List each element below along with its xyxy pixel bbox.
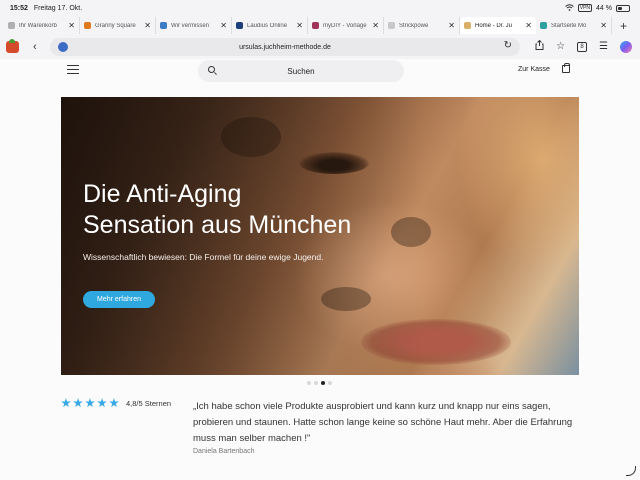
tab-bar: Ihr Warenkorb ✕ Granny Square ✕ Wir vermisse… — [0, 16, 640, 35]
browser-window: 15:52 Freitag 17. Okt. VPN 44 % Ihr Ware… — [0, 0, 640, 480]
status-right: VPN 44 % — [564, 3, 630, 13]
site-search[interactable]: Suchen — [198, 60, 404, 82]
review-author: Daniela Bartenbach — [193, 448, 255, 455]
tab-close-icon[interactable]: ✕ — [600, 21, 607, 30]
browser-tab[interactable]: Granny Square ✕ — [80, 17, 156, 34]
tab-favicon-icon — [84, 22, 91, 29]
review-quote: „Ich habe schon viele Produkte ausprobie… — [193, 401, 573, 444]
wifi-icon — [564, 3, 574, 13]
browser-tab[interactable]: Laudius Online ✕ — [232, 17, 308, 34]
tab-close-icon[interactable]: ✕ — [372, 21, 379, 30]
tab-label[interactable]: myDIY - Vorlage — [323, 23, 369, 29]
tab-close-icon[interactable]: ✕ — [296, 21, 303, 30]
web-page: Suchen Zur Kasse Die Anti-Aging Sensatio… — [0, 59, 640, 480]
star-icon — [61, 398, 71, 408]
checkout-link[interactable]: Zur Kasse — [518, 66, 550, 73]
battery-icon — [616, 4, 630, 12]
tab-label[interactable]: Home - Dr. Ju — [475, 23, 522, 29]
carousel-dot[interactable] — [314, 381, 318, 385]
star-icon — [109, 398, 119, 408]
status-date: Freitag 17. Okt. — [33, 4, 83, 12]
tab-label[interactable]: Laudius Online — [247, 23, 293, 29]
address-bar[interactable]: ursulas.juchheim-methode.de ↻ — [50, 38, 520, 56]
tab-favicon-icon — [388, 22, 395, 29]
new-tab-icon[interactable]: + — [620, 19, 627, 33]
url-text[interactable]: ursulas.juchheim-methode.de — [239, 44, 331, 51]
tab-favicon-icon — [8, 22, 15, 29]
tab-favicon-icon — [312, 22, 319, 29]
hero-banner: Die Anti-Aging Sensation aus München Wis… — [61, 97, 579, 375]
copilot-icon[interactable] — [620, 40, 632, 53]
browser-tab[interactable]: Wir vermissen ✕ — [156, 17, 232, 34]
site-header: Suchen Zur Kasse — [0, 59, 640, 83]
carousel-dots — [307, 381, 332, 385]
hero-title: Die Anti-Aging Sensation aus München — [83, 179, 351, 241]
vpn-badge: VPN — [577, 4, 593, 12]
rating-summary: 4,8/5 Sternen — [61, 398, 171, 408]
tab-close-icon[interactable]: ✕ — [68, 21, 75, 30]
hero-subtitle: Wissenschaftlich bewiesen: Die Formel fü… — [83, 252, 324, 262]
tab-label[interactable]: Granny Square — [95, 23, 141, 29]
tab-favicon-icon — [236, 22, 243, 29]
learn-more-button[interactable]: Mehr erfahren — [83, 291, 155, 308]
hamburger-menu-icon[interactable] — [67, 65, 79, 74]
menu-icon[interactable]: ☰ — [599, 41, 608, 52]
browser-tab[interactable]: Ihr Warenkorb ✕ — [4, 17, 80, 34]
tab-favicon-icon — [160, 22, 167, 29]
browser-tab[interactable]: Strickpowe ✕ — [384, 17, 460, 34]
tab-close-icon[interactable]: ✕ — [144, 21, 151, 30]
tab-close-icon[interactable]: ✕ — [525, 21, 532, 30]
back-arrow-icon[interactable]: ‹ — [33, 41, 47, 53]
rating-stars — [61, 398, 119, 408]
bookmark-star-icon[interactable]: ☆ — [556, 41, 565, 52]
tab-favicon-icon — [540, 22, 547, 29]
rating-text: 4,8/5 Sternen — [126, 398, 172, 408]
browser-tab[interactable]: Home - Dr. Ju ✕ — [460, 17, 536, 34]
carousel-dot[interactable] — [307, 381, 311, 385]
hero-title-line-2: Sensation aus München — [83, 211, 352, 239]
hero-title-line-1: Die Anti-Aging — [83, 180, 242, 208]
carousel-dot[interactable] — [328, 381, 332, 385]
tab-favicon-icon — [464, 22, 471, 29]
toolbar-actions: ☆ 8 ☰ — [535, 39, 632, 53]
share-icon[interactable] — [535, 39, 544, 53]
tab-label[interactable]: Wir vermissen — [171, 23, 217, 29]
tab-close-icon[interactable]: ✕ — [448, 21, 455, 30]
status-time: 15:52 — [10, 4, 28, 12]
star-icon — [85, 398, 95, 408]
tab-count-button[interactable]: 8 — [577, 41, 588, 52]
search-icon — [208, 66, 215, 73]
tab-close-icon[interactable]: ✕ — [220, 21, 227, 30]
star-icon — [73, 398, 83, 408]
search-label[interactable]: Suchen — [287, 67, 314, 76]
tab-label[interactable]: Ihr Warenkorb — [19, 23, 65, 29]
status-bar: 15:52 Freitag 17. Okt. VPN 44 % — [0, 0, 640, 16]
browser-tab[interactable]: Startseite Mo ✕ — [536, 17, 612, 34]
site-info-icon[interactable] — [58, 42, 68, 52]
browser-tab[interactable]: myDIY - Vorlage ✕ — [308, 17, 384, 34]
carousel-dot[interactable] — [321, 381, 325, 385]
app-logo-icon[interactable] — [6, 39, 19, 53]
reload-icon[interactable]: ↻ — [504, 40, 512, 51]
star-icon — [97, 398, 107, 408]
battery-label: 44 % — [596, 4, 612, 12]
tab-label[interactable]: Strickpowe — [399, 23, 445, 29]
browser-toolbar: ‹ ursulas.juchheim-methode.de ↻ ☆ 8 ☰ — [0, 35, 640, 59]
shopping-bag-icon[interactable] — [562, 63, 570, 73]
tab-label[interactable]: Startseite Mo — [551, 23, 597, 29]
battery-fill — [618, 6, 623, 10]
